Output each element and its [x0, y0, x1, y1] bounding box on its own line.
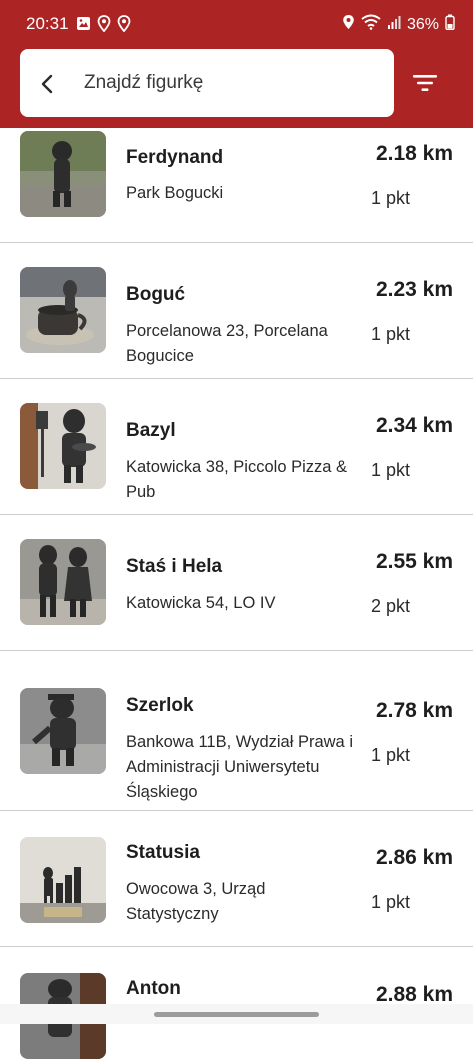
image-icon: [76, 16, 91, 36]
search-bar: [20, 49, 394, 117]
figurine-name: Statusia: [126, 842, 200, 863]
location-icon: [342, 14, 355, 35]
figurine-name: Anton: [126, 978, 181, 999]
wifi-icon: [361, 14, 381, 35]
filter-icon: [408, 75, 442, 101]
figurine-name: Staś i Hela: [126, 556, 223, 577]
figurine-distance: 2.78 km: [375, 699, 453, 722]
figurine-thumbnail: [20, 131, 106, 217]
figurine-thumbnail: [20, 267, 106, 353]
figurine-name: Boguć: [126, 284, 186, 305]
location-pin-icon: [117, 15, 131, 37]
figurine-address: Park Bogucki: [126, 184, 224, 202]
figurine-points: 2 pkt: [371, 596, 411, 616]
list-item[interactable]: Staś i Hela Katowicka 54, LO IV 2.55 km …: [0, 515, 473, 651]
list-item[interactable]: Anton 2.88 km: [0, 947, 473, 1059]
list-item[interactable]: Szerlok Bankowa 11B, Wydział Prawa i Adm…: [0, 651, 473, 811]
figurine-thumbnail: [20, 837, 106, 923]
figurine-thumbnail: [20, 688, 106, 774]
figurine-thumbnail: [20, 403, 106, 489]
search-input[interactable]: [84, 67, 374, 99]
figurine-thumbnail: [20, 539, 106, 625]
filter-button[interactable]: [408, 69, 442, 97]
figurine-distance: 2.18 km: [375, 142, 453, 165]
figurine-distance: 2.34 km: [375, 414, 453, 437]
figurine-points: 1 pkt: [371, 188, 411, 208]
figurine-points: 1 pkt: [371, 460, 411, 480]
back-arrow-icon: [33, 74, 63, 103]
figurine-address: Katowicka 38, Piccolo Pizza & Pub: [126, 458, 348, 501]
status-bar: 20:31 36%: [0, 0, 473, 48]
battery-text: 36%: [406, 15, 439, 33]
list-item[interactable]: Ferdynand Park Bogucki 2.18 km 1 pkt: [0, 128, 473, 242]
app-header: 20:31 36%: [0, 0, 473, 128]
signal-icon: [387, 15, 401, 35]
list-item[interactable]: Bazyl Katowicka 38, Piccolo Pizza & Pub …: [0, 379, 473, 515]
back-button[interactable]: [33, 69, 63, 99]
figurine-points: 1 pkt: [371, 324, 411, 344]
figurine-distance: 2.23 km: [375, 278, 453, 301]
figurine-address: Porcelanowa 23, Porcelana Bogucice: [126, 322, 328, 365]
location-pin-icon: [97, 15, 111, 37]
system-navigation-bar: [0, 1004, 473, 1024]
figurine-name: Ferdynand: [126, 147, 224, 168]
figurine-address: Katowicka 54, LO IV: [126, 594, 276, 612]
figurine-name: Szerlok: [126, 695, 194, 716]
figurine-distance: 2.86 km: [375, 846, 453, 869]
figurine-name: Bazyl: [126, 420, 176, 441]
status-time: 20:31: [26, 14, 69, 33]
home-gesture-handle[interactable]: [154, 1012, 319, 1017]
battery-icon: [445, 14, 455, 35]
figurine-address: Bankowa 11B, Wydział Prawa i Administrac…: [126, 733, 353, 801]
figurine-distance: 2.55 km: [375, 550, 453, 573]
figurine-address: Owocowa 3, Urząd Statystyczny: [126, 880, 266, 923]
figurine-points: 1 pkt: [371, 745, 411, 765]
figurine-points: 1 pkt: [371, 892, 411, 912]
list-item[interactable]: Boguć Porcelanowa 23, Porcelana Bogucice…: [0, 243, 473, 379]
list-item[interactable]: Statusia Owocowa 3, Urząd Statystyczny 2…: [0, 811, 473, 947]
